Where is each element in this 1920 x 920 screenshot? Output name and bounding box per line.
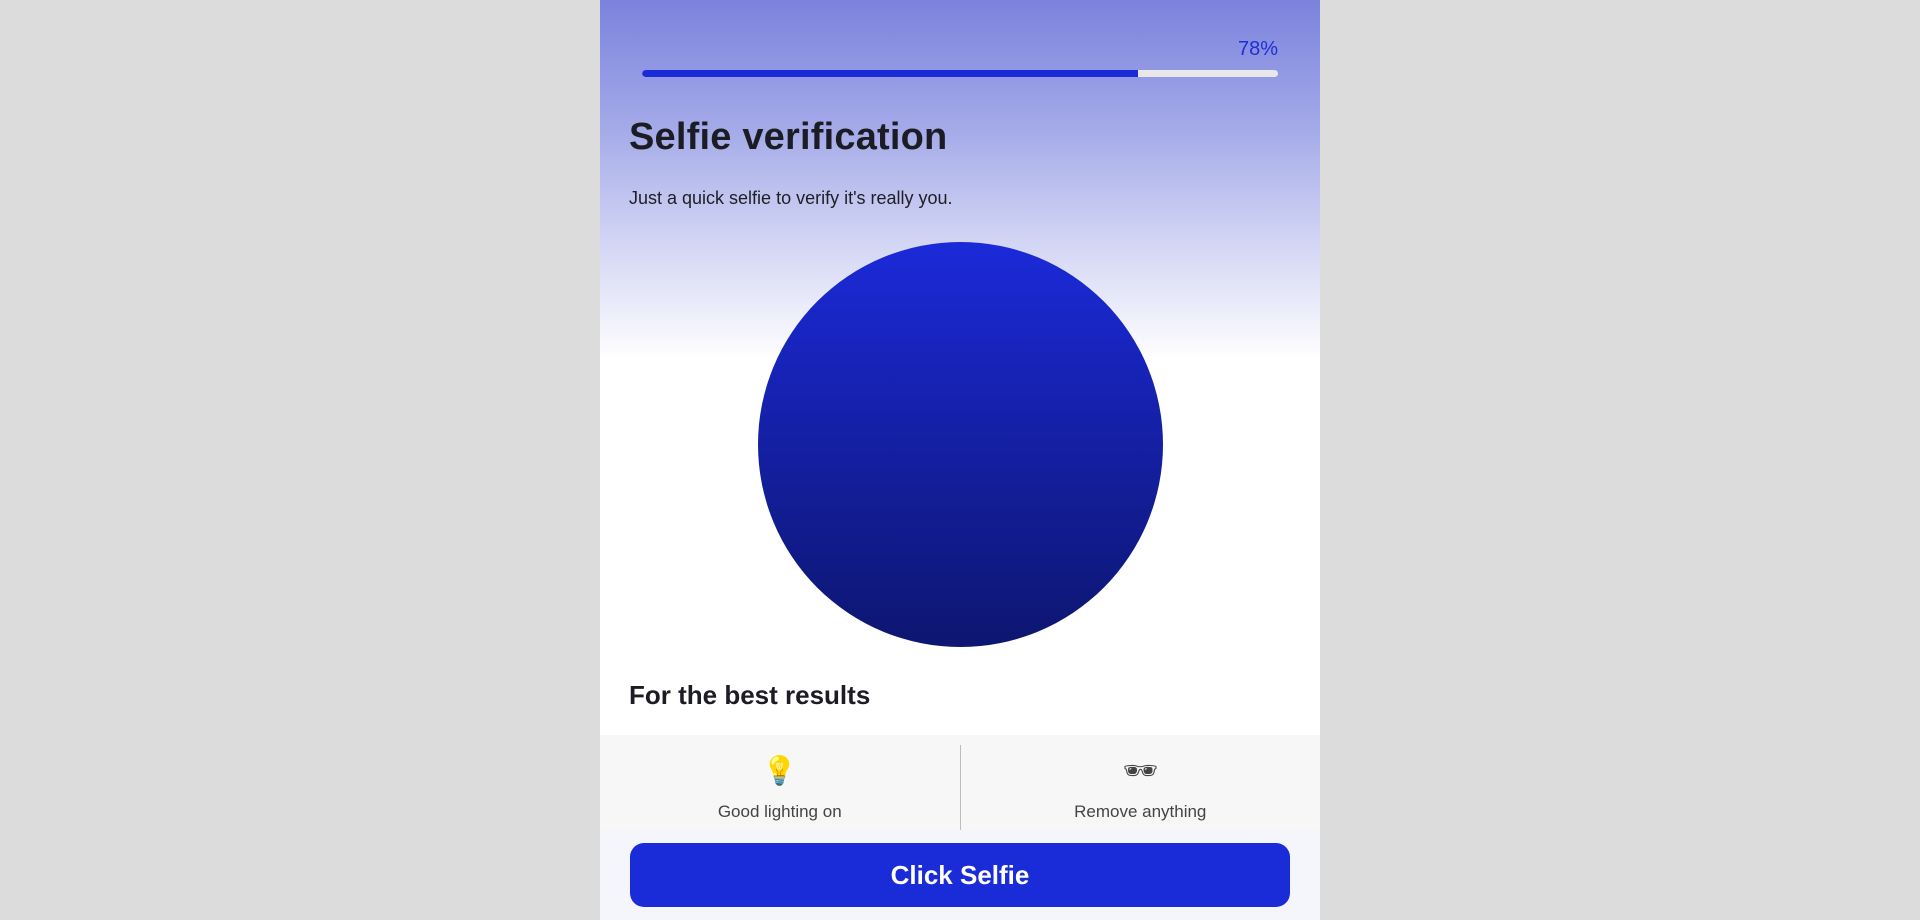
page-subtitle: Just a quick selfie to verify it's reall…	[629, 188, 953, 208]
tip-text: Good lighting on	[717, 802, 842, 821]
verification-screen: 78% Selfie verification Just a quick sel…	[600, 0, 1320, 920]
tips-title: For the best results	[629, 680, 871, 710]
click-selfie-button[interactable]: Click Selfie	[630, 843, 1290, 907]
progress-bar-fill	[642, 70, 1139, 77]
accessories-icon: 🕶	[1122, 755, 1159, 786]
lightbulb-icon: 💡	[762, 755, 798, 786]
tip-text: Remove anything	[1074, 802, 1207, 821]
footer-bar: Click Selfie	[600, 830, 1320, 920]
page-title: Selfie verification	[629, 116, 948, 158]
progress-bar	[642, 70, 1278, 77]
progress-percentage: 78%	[1237, 38, 1278, 60]
selfie-camera-preview[interactable]	[758, 242, 1163, 647]
